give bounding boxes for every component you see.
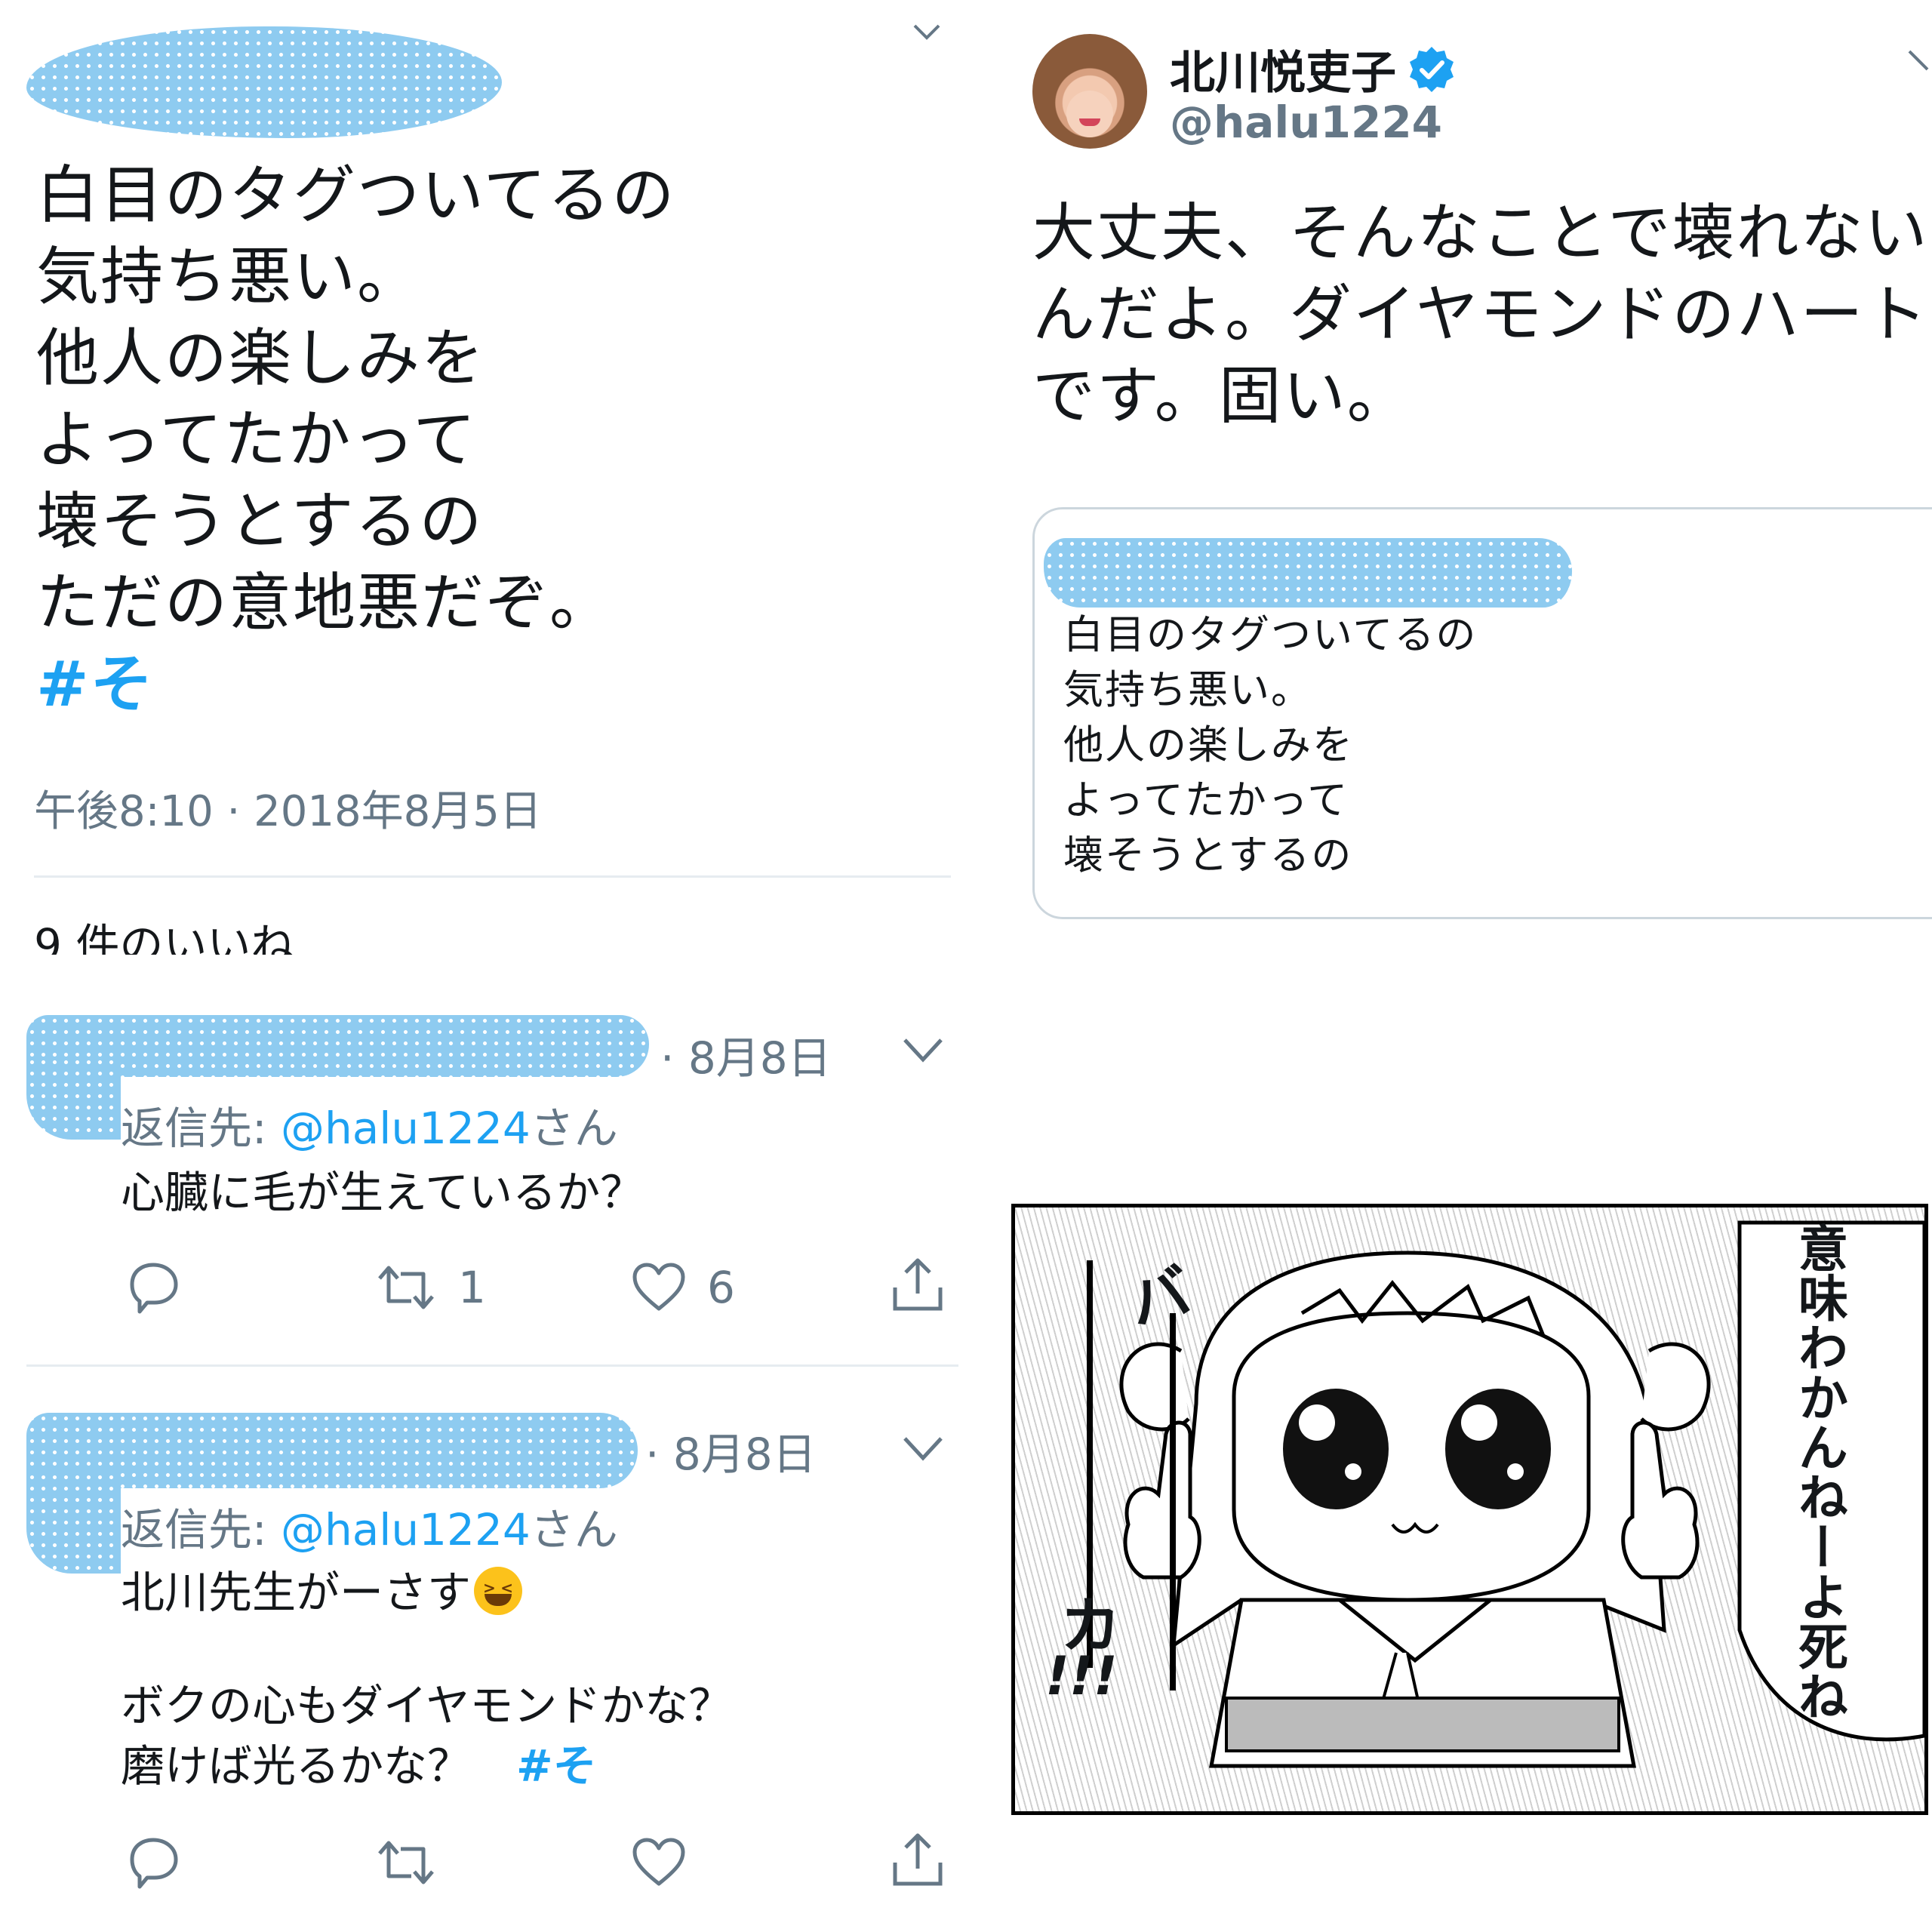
tweet-line: 気持ち悪い。 [36,240,421,313]
quote-line: 白目のタグついてるの [1063,612,1478,658]
reply-line-text: 北川先生がーさす [121,1567,472,1618]
author-name[interactable]: 北川悦吏子 [1170,36,1457,102]
grinning-squinting-emoji: > < [474,1567,523,1615]
tweet-line: 白目のタグついてるの [36,158,676,232]
quoted-text: 白目のタグついてるの 気持ち悪い。 他人の楽しみを よってたかって 壊そうとする… [1063,608,1477,883]
divider [34,875,951,878]
chevron-down-icon[interactable] [1906,47,1932,72]
reply-line: 磨けば光るかな？ #そ [121,1736,732,1796]
reply-line: 心臓に毛が生えているか？ [121,1167,645,1218]
reply-tweet[interactable]: · 8月8日 返信先: @halu1224さん 北川先生がーさす > < ボクの心も… [0,1381,981,1932]
manga-panel: 意味わかんねーよ死ね バ カ !!! [1011,1204,1928,1815]
tweet-line: ただの意地悪だぞ。 [36,566,614,639]
tweet-timestamp[interactable]: 午後8:10 · 2018年8月5日 [34,777,542,838]
retweet-count: 1 [458,1262,486,1313]
reply-button[interactable] [125,1834,182,1891]
likes-text: 9 件のいいね [34,919,295,955]
redacted-avatar [26,1057,121,1140]
mention-link[interactable]: @halu1224 [281,1504,531,1555]
quote-line: 壊そうとするの [1063,832,1353,878]
reply-to-suffix: さん [530,1504,618,1555]
tweet-line: 他人の楽しみを [36,321,485,395]
reply-line [121,1623,732,1675]
redacted-avatar [26,1472,121,1574]
share-icon [893,1258,943,1311]
author-handle[interactable]: @halu1224 [1170,97,1442,148]
comment-icon [130,1263,178,1314]
author-name-text: 北川悦吏子 [1170,47,1396,100]
retweet-button[interactable] [374,1834,438,1891]
chevron-down-icon[interactable] [912,21,942,42]
heart-icon [632,1838,685,1886]
reply-text: 北川先生がーさす > < ボクの心もダイヤモンドかな？ 磨けば光るかな？ #そ [121,1562,732,1796]
tweet-text: 白目のタグついてるの 気持ち悪い。 他人の楽しみを よってたかって 壊そうとする… [36,155,676,725]
reply-text: 心臓に毛が生えているか？ [121,1162,644,1223]
divider [26,1364,958,1367]
quote-tweet-pane: 北川悦吏子 @halu1224 大丈夫、そんなことで壊れない んだよ。ダイヤモン… [1011,0,1932,951]
tweet-line: よってたかって [36,403,478,476]
reply-to-prefix: 返信先: [121,1103,281,1154]
speech-bubble-text: 意味わかんねーよ死ね [1790,1223,1848,1721]
comment-icon [130,1838,178,1889]
chevron-down-icon[interactable] [902,1434,944,1463]
like-button[interactable]: 6 [630,1259,735,1316]
share-button[interactable] [889,1829,946,1890]
reply-to-prefix: 返信先: [121,1504,281,1555]
avatar[interactable] [1032,34,1147,149]
hashtag-link[interactable]: #そ [516,1740,597,1792]
share-icon [893,1833,943,1886]
tweet-line: んだよ。ダイヤモンドのハート [1032,278,1929,351]
quote-line: 他人の楽しみを [1063,722,1354,768]
redacted-username [26,26,502,138]
tweet-text: 大丈夫、そんなことで壊れない んだよ。ダイヤモンドのハート です。固い。 [1032,192,1929,437]
tweet-line: です。固い。 [1032,359,1411,432]
reply-date[interactable]: · 8月8日 [660,1023,832,1086]
likes-count[interactable]: 9 件のいいね [34,909,294,955]
reply-line: 北川先生がーさす > < [121,1562,732,1623]
quote-line: よってたかって [1063,777,1349,823]
share-button[interactable] [889,1254,946,1315]
redacted-username [1044,538,1572,608]
hashtag-link[interactable]: #そ [36,644,676,725]
heart-icon [632,1263,685,1311]
quote-line: 気持ち悪い。 [1063,667,1312,713]
retweet-button[interactable]: 1 [374,1259,486,1316]
tweet-line: 壊そうとするの [36,485,484,558]
like-count: 6 [707,1262,735,1313]
reply-to: 返信先: @halu1224さん [121,1093,618,1156]
retweet-icon [378,1266,434,1309]
reply-line-text: 磨けば光るかな？ [121,1740,472,1792]
reply-to-suffix: さん [530,1103,618,1154]
retweet-icon [378,1841,434,1884]
main-tweet-pane: 白目のタグついてるの 気持ち悪い。 他人の楽しみを よってたかって 壊そうとする… [0,0,981,966]
quoted-tweet-card[interactable]: 白目のタグついてるの 気持ち悪い。 他人の楽しみを よってたかって 壊そうとする… [1032,507,1932,919]
reply-button[interactable] [125,1259,182,1316]
verified-badge-icon [1410,46,1454,92]
reply-date[interactable]: · 8月8日 [645,1419,817,1482]
tweet-line: 大丈夫、そんなことで壊れない [1032,196,1929,269]
chevron-down-icon[interactable] [902,1035,944,1064]
reply-to: 返信先: @halu1224さん [121,1494,618,1558]
sfx-bang: !!! [1045,1645,1118,1707]
like-button[interactable] [630,1834,688,1891]
mention-link[interactable]: @halu1224 [281,1103,531,1154]
reply-line: ボクの心もダイヤモンドかな？ [121,1680,733,1731]
reply-tweet[interactable]: · 8月8日 返信先: @halu1224さん 心臓に毛が生えているか？ 1 6 [0,981,981,1366]
